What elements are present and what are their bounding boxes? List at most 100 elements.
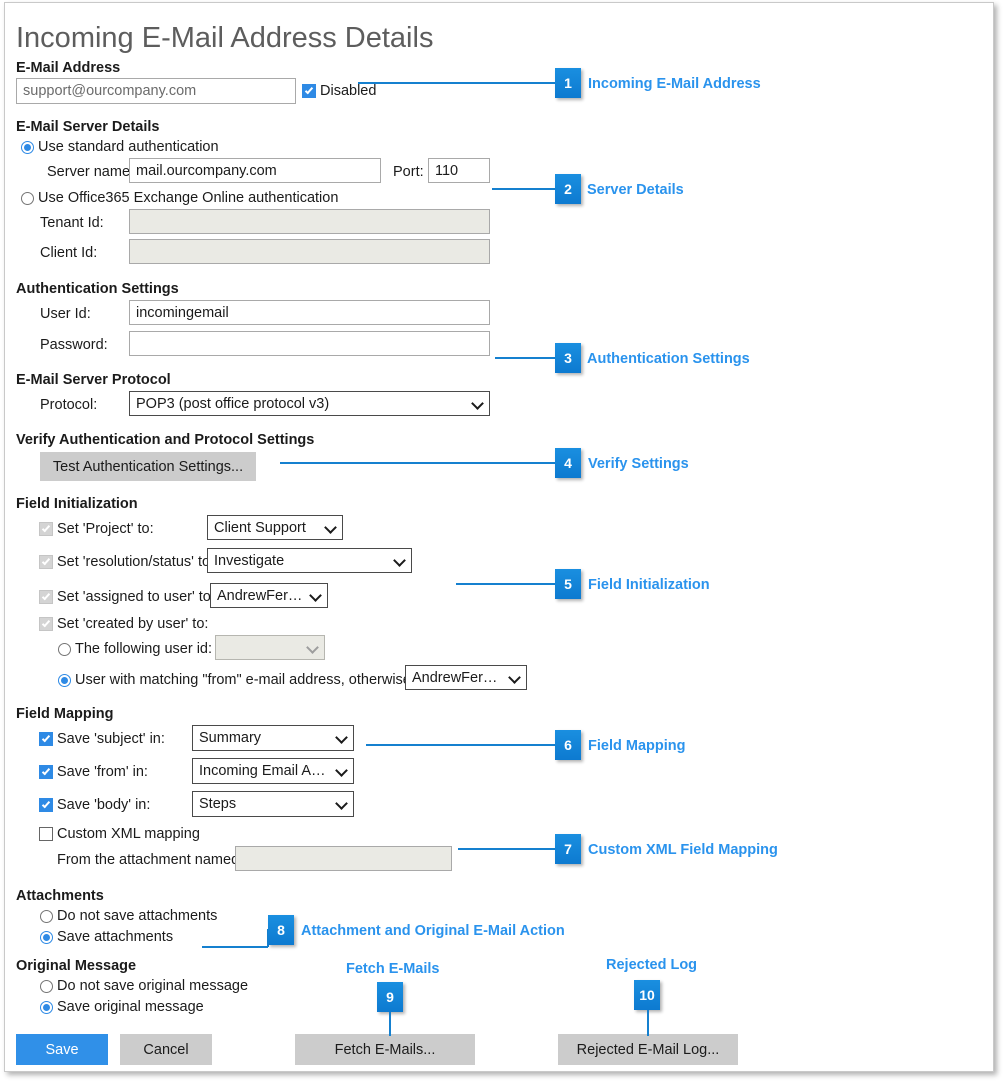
chevron-down-icon: [309, 588, 322, 602]
callout-badge-9: 9: [377, 982, 403, 1012]
chevron-down-icon: [393, 553, 406, 567]
email-address-input[interactable]: [16, 78, 296, 104]
following-user-id-radio-row[interactable]: The following user id:: [58, 641, 212, 657]
matching-from-radio-row[interactable]: User with matching "from" e-mail address…: [58, 672, 415, 688]
callout-label-8: Attachment and Original E-Mail Action: [301, 923, 565, 939]
do-not-save-original-label: Do not save original message: [57, 978, 249, 994]
client-id-input[interactable]: [129, 239, 490, 264]
chevron-down-icon: [508, 670, 521, 684]
callout-label-7: Custom XML Field Mapping: [588, 842, 778, 858]
save-body-checkbox[interactable]: [39, 798, 53, 812]
section-heading-verify-settings: Verify Authentication and Protocol Setti…: [16, 432, 315, 448]
project-select[interactable]: Client Support: [207, 515, 343, 540]
server-name-label: Server name:: [47, 164, 135, 180]
callout-label-3: Authentication Settings: [587, 351, 750, 367]
screenshot-root: Incoming E-Mail Address Details E-Mail A…: [0, 0, 1005, 1084]
do-not-save-attachments-label: Do not save attachments: [57, 908, 218, 924]
section-heading-original-message: Original Message: [16, 958, 137, 974]
server-name-input[interactable]: [129, 158, 381, 183]
do-not-save-attachments-radio-row[interactable]: Do not save attachments: [40, 908, 217, 924]
set-assigned-user-checkbox-row[interactable]: Set 'assigned to user' to:: [39, 589, 215, 605]
callout-badge-7: 7: [555, 834, 581, 864]
save-subject-checkbox[interactable]: [39, 732, 53, 746]
callout-label-6: Field Mapping: [588, 738, 686, 754]
tenant-id-input[interactable]: [129, 209, 490, 234]
set-assigned-user-checkbox[interactable]: [39, 590, 53, 604]
project-select-value: Client Support: [214, 519, 306, 536]
office365-auth-radio[interactable]: [21, 191, 34, 205]
save-from-checkbox[interactable]: [39, 765, 53, 779]
office365-auth-radio-row[interactable]: Use Office365 Exchange Online authentica…: [21, 190, 338, 206]
section-heading-authentication-settings: Authentication Settings: [16, 281, 179, 297]
set-resolution-status-checkbox-row[interactable]: Set 'resolution/status' to:: [39, 554, 214, 570]
do-not-save-original-radio[interactable]: [40, 979, 53, 993]
callout-label-1: Incoming E-Mail Address: [588, 76, 761, 92]
set-assigned-user-label: Set 'assigned to user' to:: [57, 589, 215, 605]
user-id-input[interactable]: [129, 300, 490, 325]
do-not-save-original-radio-row[interactable]: Do not save original message: [40, 978, 248, 994]
standard-auth-radio-row[interactable]: Use standard authentication: [21, 139, 219, 155]
save-original-radio[interactable]: [40, 1000, 53, 1014]
protocol-label: Protocol:: [40, 397, 98, 413]
protocol-select[interactable]: POP3 (post office protocol v3): [129, 391, 490, 416]
save-subject-checkbox-row[interactable]: Save 'subject' in:: [39, 731, 165, 747]
callout-badge-1: 1: [555, 68, 581, 98]
save-from-label: Save 'from' in:: [57, 764, 148, 780]
following-user-id-radio[interactable]: [58, 642, 71, 656]
custom-xml-mapping-checkbox[interactable]: [39, 827, 53, 841]
following-user-id-label: The following user id:: [75, 641, 213, 657]
callout-label-4: Verify Settings: [588, 456, 689, 472]
callout-badge-6: 6: [555, 730, 581, 760]
standard-auth-label: Use standard authentication: [38, 139, 219, 155]
custom-xml-mapping-checkbox-row[interactable]: Custom XML mapping: [39, 826, 200, 842]
standard-auth-radio[interactable]: [21, 140, 34, 154]
save-from-checkbox-row[interactable]: Save 'from' in:: [39, 764, 148, 780]
chevron-down-icon: [335, 797, 348, 810]
test-authentication-settings-button[interactable]: Test Authentication Settings...: [40, 452, 256, 481]
disabled-checkbox-row[interactable]: Disabled: [302, 83, 376, 99]
attachment-named-label: From the attachment named:: [57, 852, 244, 868]
assigned-user-select[interactable]: AndrewFerguson: [210, 583, 328, 608]
fetch-emails-button[interactable]: Fetch E-Mails...: [295, 1034, 475, 1065]
chevron-down-icon: [335, 731, 348, 744]
callout-label-5: Field Initialization: [588, 577, 710, 593]
chevron-down-icon: [471, 396, 484, 410]
subject-target-select[interactable]: Summary: [192, 725, 354, 751]
callout-leader-3: [495, 357, 556, 359]
cancel-button[interactable]: Cancel: [120, 1034, 212, 1065]
do-not-save-attachments-radio[interactable]: [40, 909, 53, 923]
save-original-radio-row[interactable]: Save original message: [40, 999, 204, 1015]
callout-leader-8-horizontal: [202, 946, 268, 948]
disabled-checkbox-label: Disabled: [320, 83, 377, 99]
section-heading-attachments: Attachments: [16, 888, 104, 904]
save-button[interactable]: Save: [16, 1034, 108, 1065]
following-user-id-select[interactable]: [215, 635, 325, 660]
body-target-select[interactable]: Steps: [192, 791, 354, 817]
resolution-status-select[interactable]: Investigate: [207, 548, 412, 573]
attachment-named-input[interactable]: [235, 846, 452, 871]
from-target-select[interactable]: Incoming Email Address: [192, 758, 354, 784]
matching-from-fallback-value: AndrewFerguson: [412, 669, 504, 686]
callout-badge-2: 2: [555, 174, 581, 204]
save-attachments-radio[interactable]: [40, 930, 53, 944]
incoming-email-settings-form: Incoming E-Mail Address Details E-Mail A…: [0, 0, 1005, 1084]
save-subject-label: Save 'subject' in:: [57, 731, 165, 747]
section-heading-server-protocol: E-Mail Server Protocol: [16, 372, 171, 388]
password-input[interactable]: [129, 331, 490, 356]
port-input[interactable]: [428, 158, 490, 183]
set-project-checkbox[interactable]: [39, 522, 53, 536]
set-created-by-user-checkbox[interactable]: [39, 617, 53, 631]
chevron-down-icon: [306, 640, 319, 654]
disabled-checkbox[interactable]: [302, 84, 316, 98]
save-attachments-label: Save attachments: [57, 929, 174, 945]
chevron-down-icon: [324, 520, 337, 534]
set-resolution-status-checkbox[interactable]: [39, 555, 53, 569]
set-created-by-user-checkbox-row[interactable]: Set 'created by user' to:: [39, 616, 208, 632]
matching-from-fallback-select[interactable]: AndrewFerguson: [405, 665, 527, 690]
set-project-checkbox-row[interactable]: Set 'Project' to:: [39, 521, 154, 537]
body-target-value: Steps: [199, 796, 237, 812]
rejected-email-log-button[interactable]: Rejected E-Mail Log...: [558, 1034, 738, 1065]
save-body-checkbox-row[interactable]: Save 'body' in:: [39, 797, 150, 813]
save-attachments-radio-row[interactable]: Save attachments: [40, 929, 173, 945]
matching-from-radio[interactable]: [58, 673, 71, 687]
